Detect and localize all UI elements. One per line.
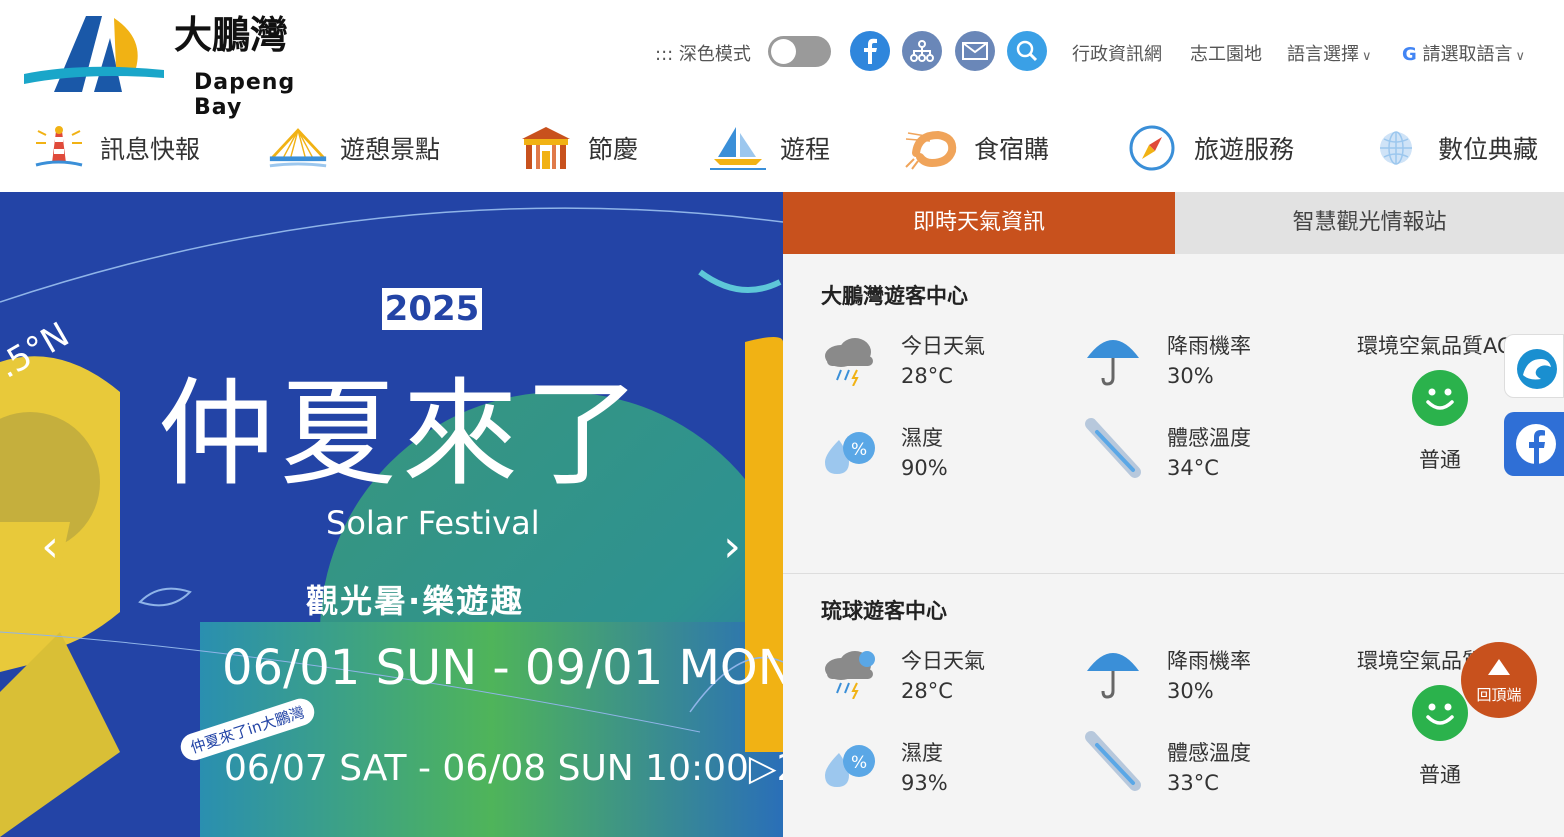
umbrella-icon	[1087, 340, 1139, 386]
tab-weather[interactable]: 即時天氣資訊	[783, 192, 1175, 254]
svg-text:%: %	[851, 440, 867, 460]
stat-value: 34°C	[1167, 456, 1219, 480]
nav-item-digital-archive[interactable]: 數位典藏	[1366, 120, 1538, 176]
wave-app-button[interactable]	[1504, 334, 1564, 398]
wave-icon	[1517, 349, 1557, 389]
stat-label: 降雨機率	[1167, 334, 1251, 358]
facebook-icon	[1516, 424, 1556, 464]
toggle-knob	[771, 39, 796, 64]
site-logo[interactable]: 大鵬灣 Dapeng Bay	[24, 8, 324, 120]
tab-smart-tourism[interactable]: 智慧觀光情報站	[1175, 192, 1564, 254]
compass-icon	[1129, 125, 1175, 171]
back-to-top-label: 回頂端	[1476, 686, 1522, 704]
language-select-label: 語言選擇	[1287, 44, 1359, 65]
nav-label: 旅遊服務	[1194, 135, 1295, 164]
globe-icon	[1380, 131, 1412, 165]
banner-title: 仲夏來了	[158, 367, 646, 502]
aqi-status: 普通	[1419, 763, 1461, 787]
nav-item-attractions[interactable]: 遊憩景點	[268, 120, 440, 176]
thunder-cloud-icon	[825, 338, 873, 386]
dark-mode-label: ::: 深色模式	[655, 44, 751, 65]
weather-station-card: 琉球遊客中心 今日天氣 28°C 降雨機率 30% % 濕度 93% 體感溫度 …	[783, 575, 1564, 837]
nav-label: 節慶	[588, 135, 639, 164]
stat-label: 濕度	[901, 741, 943, 765]
banner-year: 2025	[382, 288, 482, 330]
carousel-next-button[interactable]: ›	[712, 522, 752, 572]
stat-value: 28°C	[901, 679, 953, 703]
humidity-icon: %	[825, 432, 875, 474]
stat-value: 30%	[1167, 679, 1214, 703]
nav-item-travel-services[interactable]: 旅遊服務	[1122, 120, 1294, 176]
nav-item-news[interactable]: 訊息快報	[28, 120, 200, 176]
nav-item-food-lodging[interactable]: 食宿購	[902, 120, 1049, 176]
stat-value: 90%	[901, 456, 948, 480]
stat-label: 降雨機率	[1167, 649, 1251, 673]
search-icon[interactable]	[1007, 31, 1047, 71]
thermometer-icon	[1085, 731, 1141, 791]
back-to-top-button[interactable]: 回頂端	[1461, 642, 1537, 718]
stat-label: 體感溫度	[1167, 426, 1251, 450]
info-panel: 即時天氣資訊 智慧觀光情報站 大鵬灣遊客中心 今日天氣 28°C 降雨機率 30…	[783, 192, 1564, 837]
mail-icon[interactable]	[955, 31, 995, 71]
aqi-status: 普通	[1419, 448, 1461, 472]
stat-label: 體感溫度	[1167, 741, 1251, 765]
chevron-down-icon: ∨	[1515, 49, 1526, 64]
banner-event-date: 06/07 SAT - 06/08 SUN 10:00▷20:00	[224, 748, 783, 789]
nav-label: 訊息快報	[100, 135, 201, 164]
nav-label: 遊憩景點	[340, 135, 441, 164]
lighthouse-icon	[35, 126, 83, 167]
weather-station-card: 大鵬灣遊客中心 今日天氣 28°C 降雨機率 30% % 濕度 90% 體感溫度…	[783, 254, 1564, 574]
language-select[interactable]: 語言選擇 ∨	[1287, 40, 1372, 66]
carousel-prev-button[interactable]: ‹	[30, 522, 70, 572]
google-translate-select[interactable]: G 請選取語言 ∨	[1402, 40, 1525, 66]
nav-label: 數位典藏	[1438, 135, 1539, 164]
bridge-icon	[269, 128, 327, 168]
hero-banner[interactable]: .5°N 2025 仲夏來了 Solar Festival 觀光暑·樂遊趣 06…	[0, 192, 783, 837]
aqi-smiley-icon	[1412, 370, 1468, 426]
stat-label: 今日天氣	[901, 649, 985, 673]
humidity-icon: %	[825, 745, 875, 787]
shrimp-icon	[905, 130, 957, 170]
banner-date-range: 06/01 SUN - 09/01 MON	[222, 640, 783, 696]
nav-item-itineraries[interactable]: 遊程	[708, 120, 830, 176]
facebook-icon[interactable]	[850, 31, 890, 71]
nav-label: 食宿購	[974, 135, 1050, 164]
umbrella-icon	[1087, 653, 1139, 699]
nav-label: 遊程	[780, 135, 831, 164]
google-icon: G	[1402, 44, 1417, 65]
stat-label: 濕度	[901, 426, 943, 450]
nav-item-festivals[interactable]: 節慶	[516, 120, 638, 176]
banner-subtitle: Solar Festival	[326, 504, 540, 542]
chevron-down-icon: ∨	[1362, 49, 1372, 64]
aqi-smiley-icon	[1412, 685, 1468, 741]
sitemap-icon[interactable]	[902, 31, 942, 71]
thermometer-icon	[1085, 418, 1141, 478]
station-name: 琉球遊客中心	[821, 599, 947, 623]
logo-chinese-text: 大鵬灣	[174, 12, 288, 57]
stat-value: 93%	[901, 771, 948, 795]
stat-value: 28°C	[901, 364, 953, 388]
station-name: 大鵬灣遊客中心	[821, 284, 968, 308]
thunder-cloud-icon	[825, 651, 875, 699]
stat-label: 今日天氣	[901, 334, 985, 358]
arrow-up-icon	[1488, 659, 1510, 675]
main-nav: 訊息快報 遊憩景點 節慶 遊程 食宿購 旅遊服務 數位典藏	[0, 112, 1564, 184]
stat-value: 30%	[1167, 364, 1214, 388]
sailboat-icon	[710, 127, 766, 170]
admin-info-link[interactable]: 行政資訊網	[1072, 40, 1162, 66]
facebook-side-button[interactable]	[1504, 412, 1564, 476]
stat-value: 33°C	[1167, 771, 1219, 795]
dark-mode-toggle[interactable]	[768, 36, 831, 67]
banner-slogan: 觀光暑·樂遊趣	[306, 582, 525, 620]
site-header: 大鵬灣 Dapeng Bay ::: 深色模式 行政資訊網 志工園地 語言選擇 ∨…	[0, 0, 1564, 192]
temple-icon	[522, 127, 570, 169]
google-translate-label: 請選取語言	[1422, 44, 1513, 65]
stat-label: 環境空氣品質AQI	[1357, 334, 1520, 358]
volunteer-link[interactable]: 志工園地	[1190, 40, 1262, 66]
svg-text:%: %	[851, 753, 867, 773]
